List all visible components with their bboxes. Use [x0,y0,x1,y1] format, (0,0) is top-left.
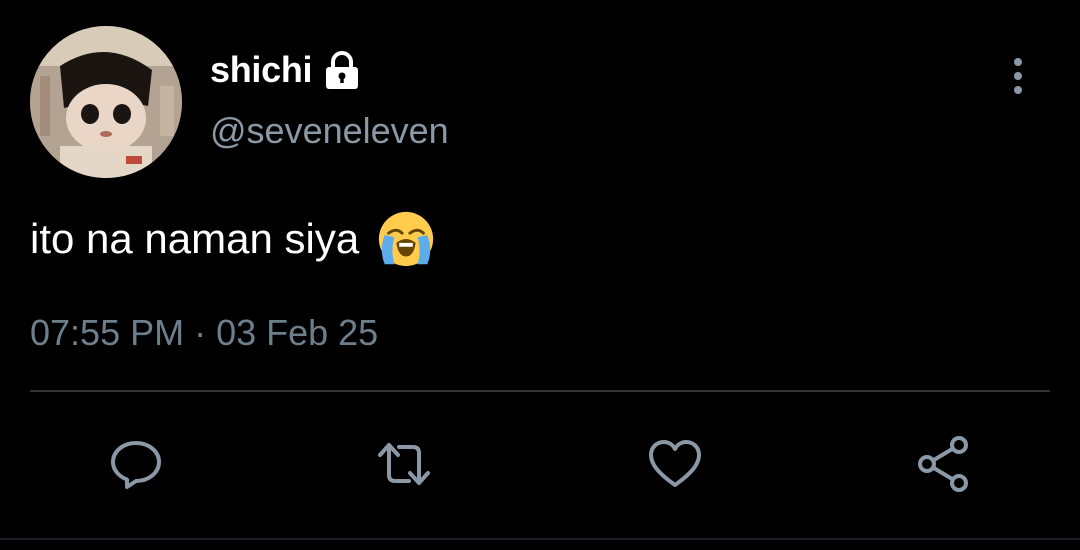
share-button[interactable] [912,432,976,496]
tweet-text: ito na naman siya [30,215,360,262]
loudly-crying-face-emoji [375,208,437,270]
retweet-icon [378,443,430,485]
reply-icon [111,441,161,489]
like-icon [649,440,701,487]
reply-button[interactable] [104,432,168,496]
like-button[interactable] [643,432,707,496]
tweet-body: ito na naman siya [30,208,437,270]
name-row: shichi [210,44,364,96]
user-handle[interactable]: @seveneleven [210,110,449,152]
more-options-button[interactable] [998,54,1038,98]
avatar-image [30,26,182,178]
share-icon [918,436,968,492]
divider [30,390,1050,392]
retweet-button[interactable] [372,432,436,496]
avatar[interactable] [30,26,182,178]
tweet-timestamp[interactable]: 07:55 PM · 03 Feb 25 [30,312,378,354]
bottom-divider [0,538,1080,540]
display-name[interactable]: shichi [210,49,313,91]
lock-icon [320,48,364,92]
more-vertical-icon [1014,58,1022,94]
